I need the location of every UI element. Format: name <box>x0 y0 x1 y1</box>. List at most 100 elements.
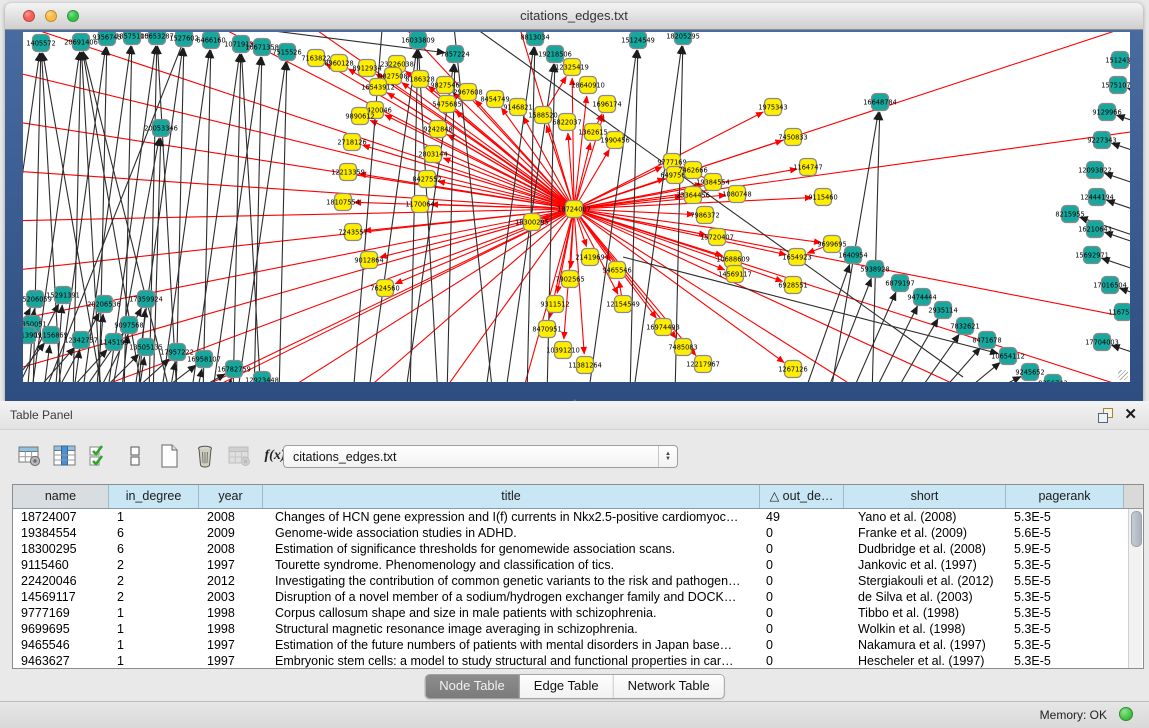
table-row[interactable]: 1830029562008Estimation of significance … <box>13 541 1143 557</box>
network-node[interactable]: 17359924 <box>129 291 163 308</box>
network-node[interactable]: 16033809 <box>401 32 435 49</box>
table-row[interactable]: 946554611997Estimation of the future num… <box>13 637 1143 653</box>
network-node[interactable]: 7450833 <box>778 129 807 146</box>
network-node[interactable]: 1164747 <box>793 159 822 176</box>
network-node[interactable]: 1405572 <box>26 35 55 52</box>
column-header-title[interactable]: title <box>263 485 760 508</box>
close-icon[interactable]: ✕ <box>1124 405 1137 423</box>
network-node[interactable]: 12342757 <box>64 332 98 349</box>
table-row[interactable]: 977716911998Corpus callosum shape and si… <box>13 605 1143 621</box>
show-columns-icon[interactable] <box>51 442 79 470</box>
network-node[interactable]: 2803144 <box>418 146 447 163</box>
network-node[interactable]: 12213359 <box>331 164 365 181</box>
network-node[interactable]: 1512431 <box>1105 52 1130 69</box>
network-node[interactable]: 5938928 <box>860 261 889 278</box>
network-node[interactable]: 18640910 <box>571 77 605 94</box>
network-node[interactable]: 16210643 <box>1078 221 1112 238</box>
tab-node-table[interactable]: Node Table <box>425 675 520 698</box>
canvas-resize-grip[interactable] <box>1118 370 1128 380</box>
table-panel-title: Table Panel <box>10 408 73 422</box>
network-node[interactable]: 12093822 <box>1078 162 1112 179</box>
network-node[interactable]: 1167533 <box>1108 304 1130 321</box>
float-window-icon[interactable] <box>1097 407 1113 423</box>
select-all-icon[interactable] <box>86 442 114 470</box>
network-view-window[interactable]: citations_edges.txt 18724007716382289601… <box>5 3 1143 401</box>
network-node[interactable]: 6879197 <box>885 275 914 292</box>
network-node[interactable]: 10391210 <box>546 342 580 359</box>
delete-table-icon[interactable] <box>226 442 254 470</box>
column-header-year[interactable]: year <box>199 485 263 508</box>
network-node[interactable]: 23364456 <box>676 187 710 204</box>
network-node[interactable]: 9474444 <box>907 289 936 306</box>
network-node[interactable]: 6466160 <box>196 32 225 49</box>
network-node[interactable]: 15751074 <box>1101 77 1130 94</box>
network-node[interactable]: 10654112 <box>991 348 1025 365</box>
column-header-name[interactable]: name <box>13 485 109 508</box>
window-titlebar[interactable]: citations_edges.txt <box>5 3 1143 30</box>
network-node[interactable]: 1145193 <box>99 334 128 351</box>
tab-edge-table[interactable]: Edge Table <box>520 675 614 698</box>
network-node[interactable]: 9129966 <box>1092 104 1121 121</box>
network-node[interactable]: 12217967 <box>686 356 720 373</box>
network-node[interactable]: 2935114 <box>928 302 957 319</box>
network-node[interactable]: 8215955 <box>1055 206 1084 223</box>
network-node[interactable]: 17704003 <box>1085 334 1119 351</box>
network-node[interactable]: 9311512 <box>540 296 569 313</box>
network-graph[interactable]: 1872400771638228960128891293423226038982… <box>23 32 1130 382</box>
network-node[interactable]: 1696174 <box>592 96 621 113</box>
network-node[interactable]: 2141969 <box>575 249 604 266</box>
column-header-pagerank[interactable]: pagerank <box>1006 485 1124 508</box>
network-node[interactable]: 17016504 <box>1093 277 1127 294</box>
network-node[interactable]: 9115460 <box>808 189 837 206</box>
column-header-out_degree[interactable]: △ out_de… <box>760 485 844 508</box>
delete-column-icon[interactable] <box>191 442 219 470</box>
column-header-in_degree[interactable]: in_degree <box>109 485 199 508</box>
network-node[interactable]: 9245652 <box>1015 364 1044 381</box>
network-node[interactable]: 7624560 <box>370 280 399 297</box>
network-node[interactable]: 1975343 <box>758 99 787 116</box>
network-node[interactable]: 18107554 <box>326 194 360 211</box>
scrollbar-thumb[interactable] <box>1131 511 1142 547</box>
table-row[interactable]: 1872400712008Changes of HCN gene express… <box>13 509 1143 525</box>
table-row[interactable]: 1938455462009Genome-wide association stu… <box>13 525 1143 541</box>
network-node[interactable]: 2718126 <box>337 134 366 151</box>
network-node[interactable]: 1527602 <box>169 32 198 47</box>
network-node[interactable]: 9012864 <box>354 252 383 269</box>
table-row[interactable]: 1456911722003Disruption of a novel membe… <box>13 589 1143 605</box>
table-row[interactable]: 2242004622012Investigating the contribut… <box>13 573 1143 589</box>
clear-selection-icon[interactable] <box>121 442 149 470</box>
network-node[interactable]: 16648784 <box>863 94 897 111</box>
network-node[interactable]: 7857224 <box>440 46 469 63</box>
column-header-short[interactable]: short <box>844 485 1006 508</box>
network-node[interactable]: 12154549 <box>606 296 640 313</box>
network-node[interactable]: 9097568 <box>114 317 143 334</box>
network-node[interactable]: 13505135 <box>129 339 163 356</box>
network-node[interactable]: 12444194 <box>1080 189 1114 206</box>
table-mode-icon[interactable] <box>16 442 44 470</box>
table-row[interactable]: 969969511998Structural magnetic resonanc… <box>13 621 1143 637</box>
table-row[interactable]: 911546021997Tourette syndrome. Phenomeno… <box>13 557 1143 573</box>
network-node[interactable]: 20206536 <box>87 296 121 313</box>
network-node[interactable]: 15692971 <box>1075 247 1109 264</box>
network-node[interactable]: 9699695 <box>817 236 846 253</box>
vertical-scrollbar[interactable] <box>1128 509 1142 668</box>
tab-network-table[interactable]: Network Table <box>614 675 724 698</box>
table-selector-dropdown[interactable]: citations_edges.txt ▲▼ <box>283 445 678 468</box>
network-node[interactable]: 18205295 <box>666 32 700 45</box>
memory-status-indicator[interactable] <box>1119 707 1133 721</box>
network-node[interactable]: 1267126 <box>778 361 807 378</box>
network-node[interactable]: 14569117 <box>718 266 752 283</box>
network-node[interactable]: 8470951 <box>532 321 561 338</box>
network-node[interactable]: 16974493 <box>646 319 680 336</box>
network-node[interactable]: 11381264 <box>568 357 602 374</box>
network-node-label: 2141969 <box>575 253 604 261</box>
new-column-icon[interactable] <box>156 442 184 470</box>
network-node[interactable]: 7243557 <box>338 224 367 241</box>
network-node[interactable]: 15720407 <box>700 229 734 246</box>
network-node[interactable]: 1640954 <box>838 247 867 264</box>
network-node[interactable]: 15124549 <box>621 32 655 49</box>
network-node[interactable]: 6928551 <box>778 277 807 294</box>
network-canvas[interactable]: 1872400771638228960128891293423226038982… <box>23 32 1130 382</box>
table-row[interactable]: 946362711997Embryonic stem cells: a mode… <box>13 653 1143 669</box>
network-node[interactable]: 7986372 <box>690 207 719 224</box>
